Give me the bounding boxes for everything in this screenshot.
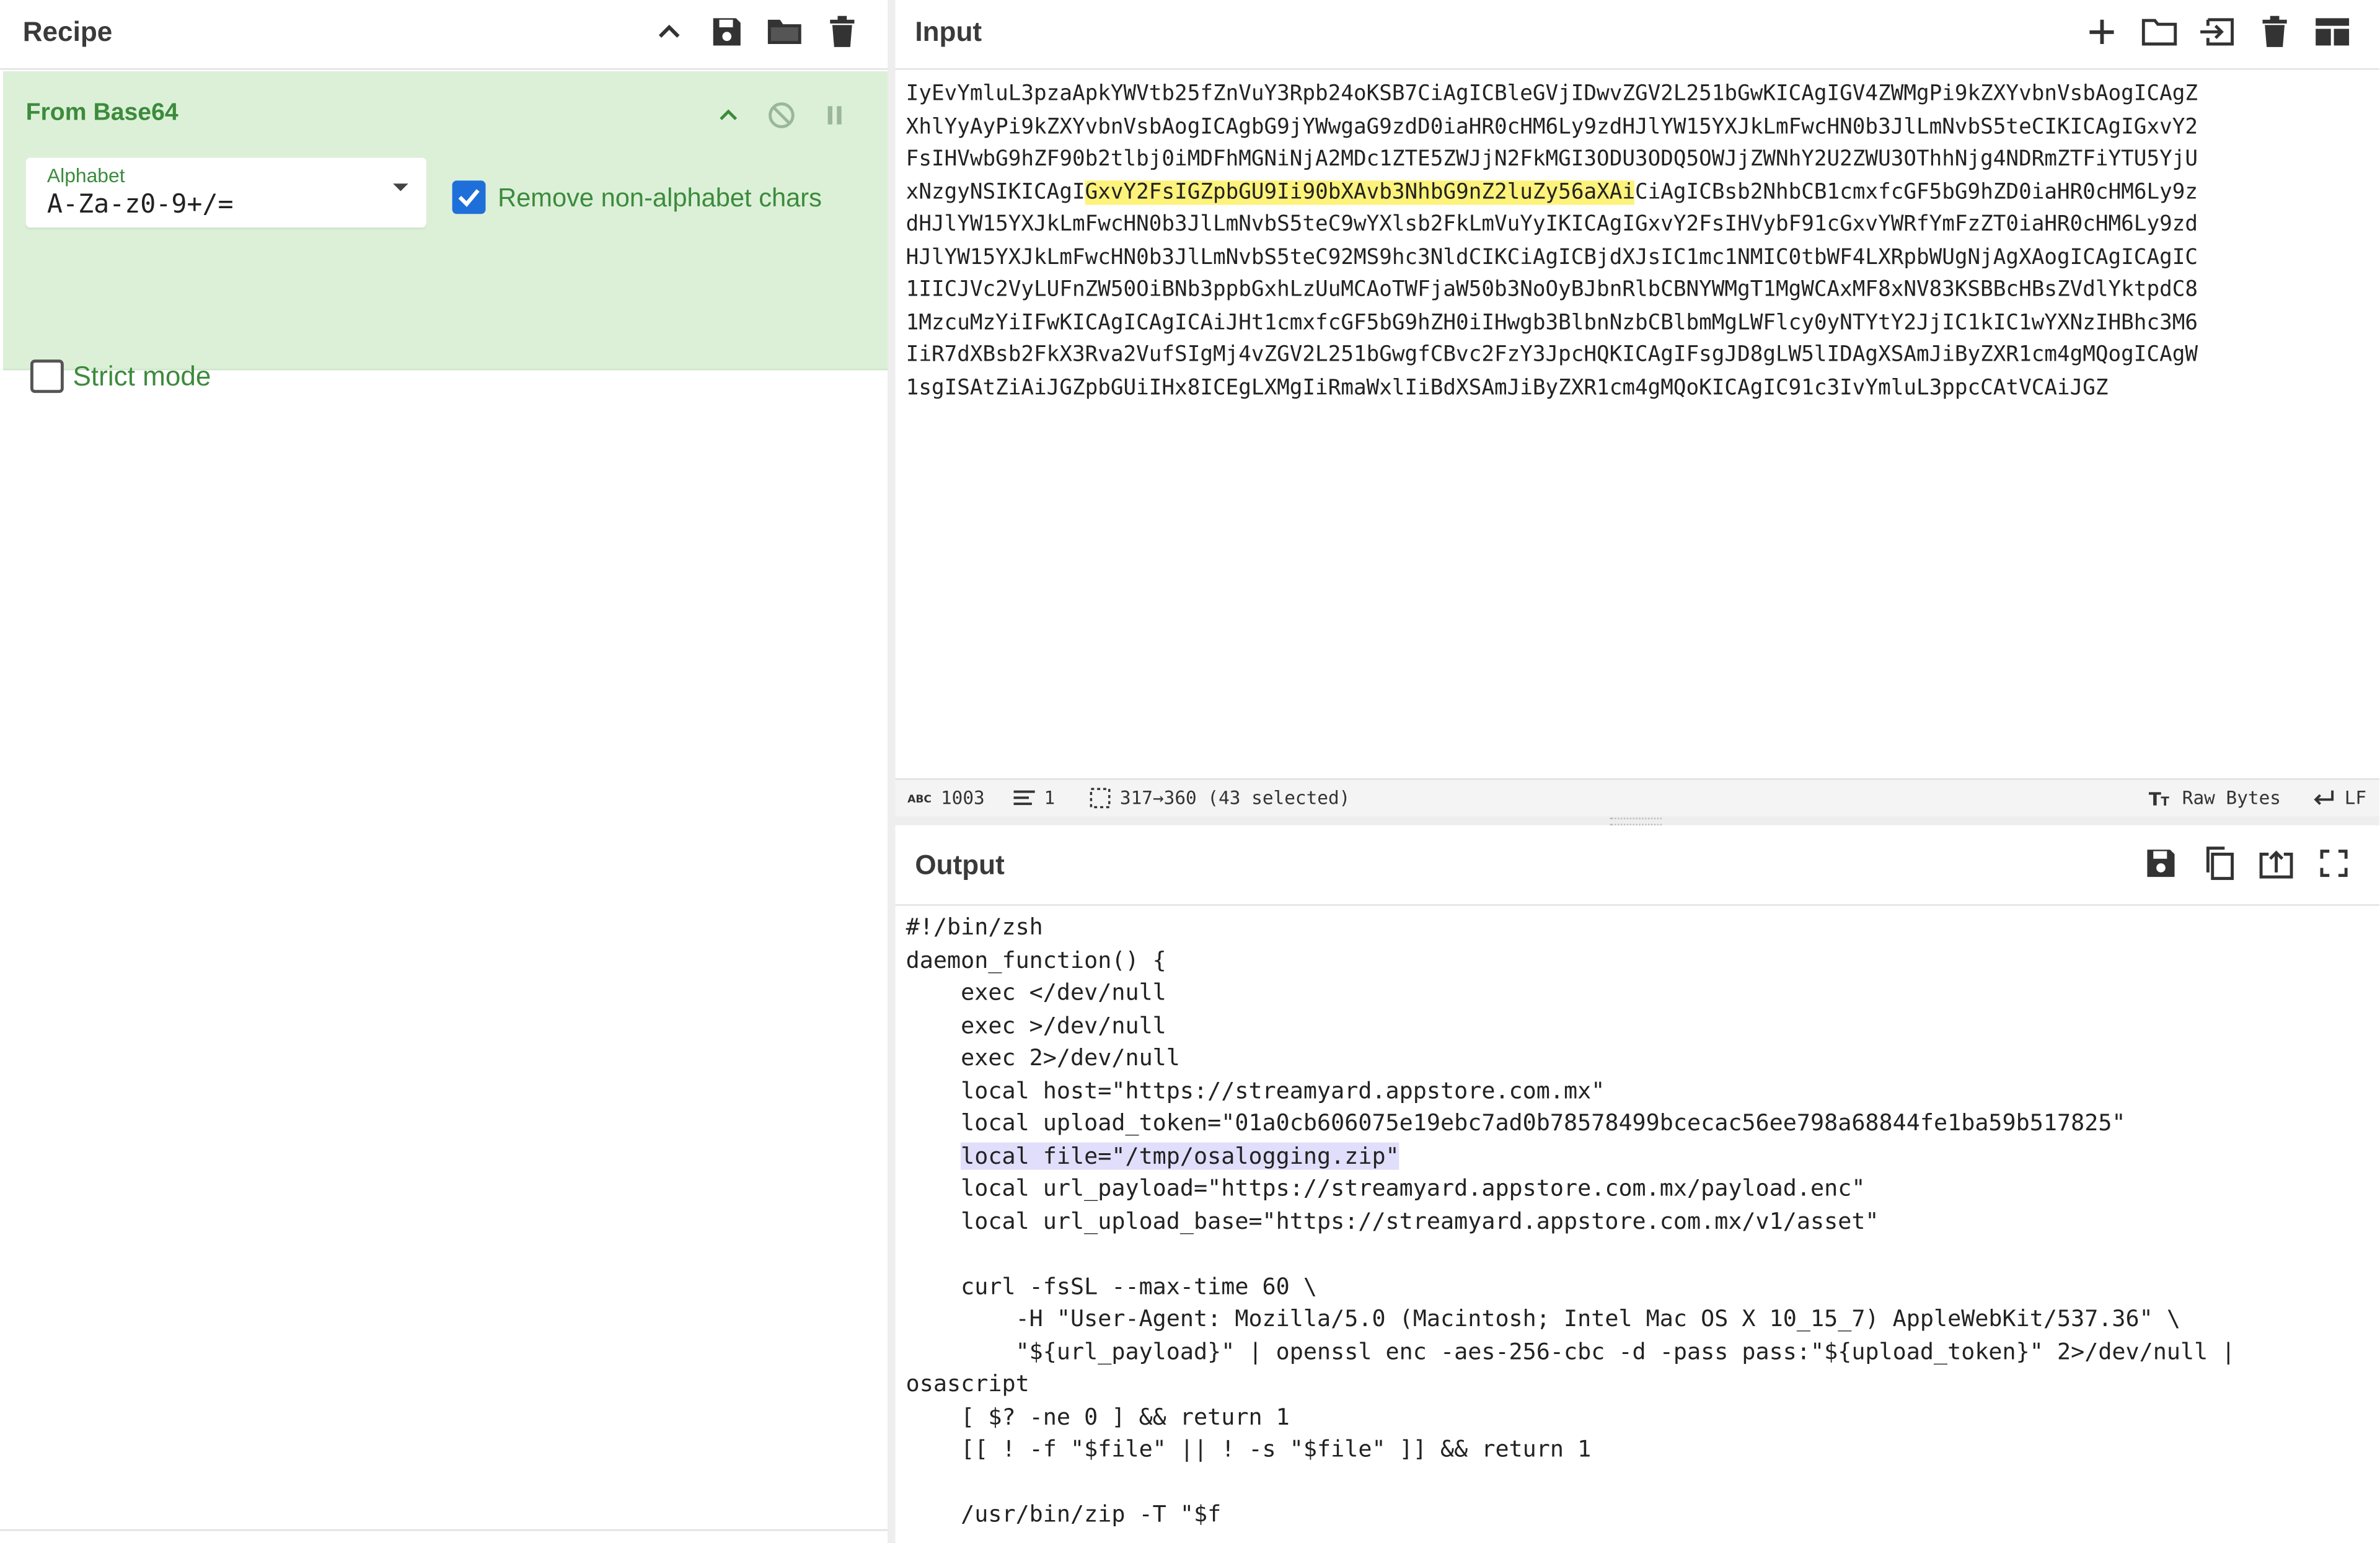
input-pane: Input IyEvYmluL3pzaApkYWVtb25fZnVuY3Rpb2…	[895, 0, 2380, 818]
maximize-icon[interactable]	[2314, 843, 2354, 883]
checkmark-icon	[458, 189, 480, 208]
output-line: exec >/dev/null	[906, 1011, 1166, 1039]
char-count-value: 1003	[940, 787, 985, 809]
input-line: IyEvYmluL3pzaApkYWVtb25fZnVuY3Rpb24oKSB7…	[906, 82, 2198, 107]
input-highlight: GxvY2FsIGZpbGU9Ii90bXAvb3NhbG9nZ2luZy56a…	[1085, 180, 1636, 204]
alphabet-label: Alphabet	[46, 164, 125, 187]
svg-text:T: T	[2149, 789, 2161, 807]
line-count: 1	[1013, 787, 1056, 809]
save-icon[interactable]	[2141, 843, 2181, 883]
recipe-header: Recipe	[0, 0, 888, 70]
input-status-bar: ABC 1003 1 317→360 (43 selected) TT Raw …	[895, 778, 2380, 818]
remove-nonalpha-checkbox[interactable]	[452, 180, 486, 214]
resize-grip-icon[interactable]	[1610, 817, 1662, 825]
folder-icon[interactable]	[765, 12, 804, 52]
encoding-value: Raw Bytes	[2182, 787, 2281, 809]
output-line: /usr/bin/zip -T "$f	[906, 1500, 1222, 1528]
copy-icon[interactable]	[2199, 843, 2239, 883]
trash-icon[interactable]	[2255, 12, 2294, 52]
output-line: "${url_payload}" | openssl enc -aes-256-…	[906, 1337, 2236, 1365]
chevron-up-icon[interactable]	[708, 95, 748, 135]
chevron-up-icon[interactable]	[650, 12, 689, 52]
pause-icon[interactable]	[815, 95, 855, 135]
output-line: local upload_token="01a0cb606075e19ebc7a…	[906, 1109, 2126, 1136]
svg-text:ABC: ABC	[907, 793, 932, 806]
save-icon[interactable]	[707, 12, 747, 52]
input-line: HJlYW15YXJkLmFwcHN0b3JlLmNvbS5teC92MS9hc…	[906, 245, 2198, 270]
output-line: local url_payload="https://streamyard.ap…	[906, 1174, 1866, 1202]
strict-mode-label[interactable]: Strict mode	[73, 361, 211, 393]
output-line: curl -fsSL --max-time 60 \	[906, 1272, 1318, 1300]
output-line: exec 2>/dev/null	[906, 1044, 1180, 1071]
alphabet-select[interactable]: Alphabet A-Za-z0-9+/=	[25, 157, 426, 228]
output-title: Output	[915, 850, 1005, 881]
output-line: [[ ! -f "$file" || ! -s "$file" ]] && re…	[906, 1435, 1592, 1463]
output-indent	[906, 1141, 961, 1169]
output-line: exec </dev/null	[906, 978, 1166, 1006]
folder-icon[interactable]	[2140, 12, 2179, 52]
output-line: local url_upload_base="https://streamyar…	[906, 1207, 1879, 1234]
recipe-pane: Recipe From Base64 Alphabet A-Za-z0-9+/=…	[0, 0, 889, 1543]
output-line: local host="https://streamyard.appstore.…	[906, 1076, 1605, 1104]
trash-icon[interactable]	[822, 12, 862, 52]
pane-resizer[interactable]	[895, 816, 2380, 825]
input-title: Input	[915, 16, 982, 47]
strict-mode-checkbox[interactable]	[30, 359, 64, 393]
input-textarea[interactable]: IyEvYmluL3pzaApkYWVtb25fZnVuY3Rpb24oKSB7…	[906, 79, 2374, 405]
input-line: XhlYyAyPi9kZXYvbnVsbAogICAgbG9jYWwgaG9zd…	[906, 114, 2198, 139]
layout-icon[interactable]	[2312, 12, 2352, 52]
input-line: 1IICJVc2VyLUFnZW50OiBNb3ppbGxhLzUuMCAoTW…	[906, 278, 2198, 302]
remove-nonalpha-label[interactable]: Remove non-alphabet chars	[498, 183, 822, 214]
eol-value: LF	[2344, 787, 2367, 809]
output-selection: local file="/tmp/osalogging.zip"	[961, 1141, 1399, 1169]
recipe-footer	[0, 1529, 888, 1543]
alphabet-value: A-Za-z0-9+/=	[46, 190, 234, 221]
disable-icon[interactable]	[762, 95, 801, 135]
selection-icon	[1090, 788, 1111, 809]
input-line: FsIHVwbG9hZF90b2tlbj0iMDFhMGNiNjA2MDc1ZT…	[906, 147, 2198, 172]
output-line: -H "User-Agent: Mozilla/5.0 (Macintosh; …	[906, 1304, 2181, 1332]
encoding-selector[interactable]: TT Raw Bytes	[2149, 788, 2281, 809]
text-size-icon: TT	[2149, 789, 2170, 807]
plus-icon[interactable]	[2082, 12, 2122, 52]
column-resizer[interactable]	[888, 0, 896, 1543]
input-line: 1sgISAtZiAiJGZpbGUiIHx8ICEgLXMgIiRmaWxlI…	[906, 375, 2109, 400]
input-line: 1MzcuMzYiIFwKICAgICAgICAiJHt1cmxfcGF5bG9…	[906, 310, 2198, 335]
import-icon[interactable]	[2197, 12, 2237, 52]
input-line: xNzgyNSIKICAgIGxvY2FsIGZpbGU9Ii90bXAvb3N…	[906, 177, 2374, 209]
input-header: Input	[895, 0, 2380, 70]
recipe-title: Recipe	[22, 16, 113, 47]
output-line: [ $? -ne 0 ] && return 1	[906, 1402, 1290, 1430]
output-line: #!/bin/zsh	[906, 913, 1043, 941]
output-line: daemon_function() {	[906, 946, 1166, 974]
input-text-segment: CiAgICBsb2NhbCB1cmxfcGF5bG9hZD0iaHR0cHM6…	[1635, 180, 2198, 204]
output-line: osascript	[906, 1369, 1029, 1397]
selection-range: 317→360 (43 selected)	[1090, 788, 1350, 809]
input-line: dHJlYW15YXJkLmFwcHN0b3JlLmNvbS5teC9wYXls…	[906, 212, 2198, 237]
line-count-value: 1	[1044, 787, 1056, 809]
output-text[interactable]: #!/bin/zsh daemon_function() { exec </dev…	[906, 912, 2236, 1531]
operation-title: From Base64	[25, 100, 178, 126]
svg-text:T: T	[2161, 794, 2169, 807]
output-pane: Output #!/bin/zsh daemon_function() { exe…	[895, 825, 2380, 1543]
from-base64-operation: From Base64 Alphabet A-Za-z0-9+/= Remove…	[2, 71, 888, 393]
output-line: local file="/tmp/osalogging.zip"	[906, 1140, 2236, 1173]
abc-icon: ABC	[907, 793, 932, 806]
selection-value: 317→360 (43 selected)	[1119, 787, 1351, 809]
output-header: Output	[895, 825, 2380, 906]
cyberchef-window: Recipe From Base64 Alphabet A-Za-z0-9+/=…	[0, 0, 2380, 1543]
replace-input-icon[interactable]	[2257, 843, 2296, 883]
return-icon	[2314, 790, 2334, 806]
input-text-segment: xNzgyNSIKICAgI	[906, 180, 1085, 204]
caret-down-icon[interactable]	[393, 183, 408, 191]
char-count: ABC 1003	[907, 788, 985, 809]
eol-selector[interactable]: LF	[2311, 788, 2366, 809]
input-line: IiR7dXBsb2FkX3Rva2VufSIgMj4vZGV2L251bGwg…	[906, 343, 2198, 367]
lines-icon	[1013, 790, 1035, 806]
